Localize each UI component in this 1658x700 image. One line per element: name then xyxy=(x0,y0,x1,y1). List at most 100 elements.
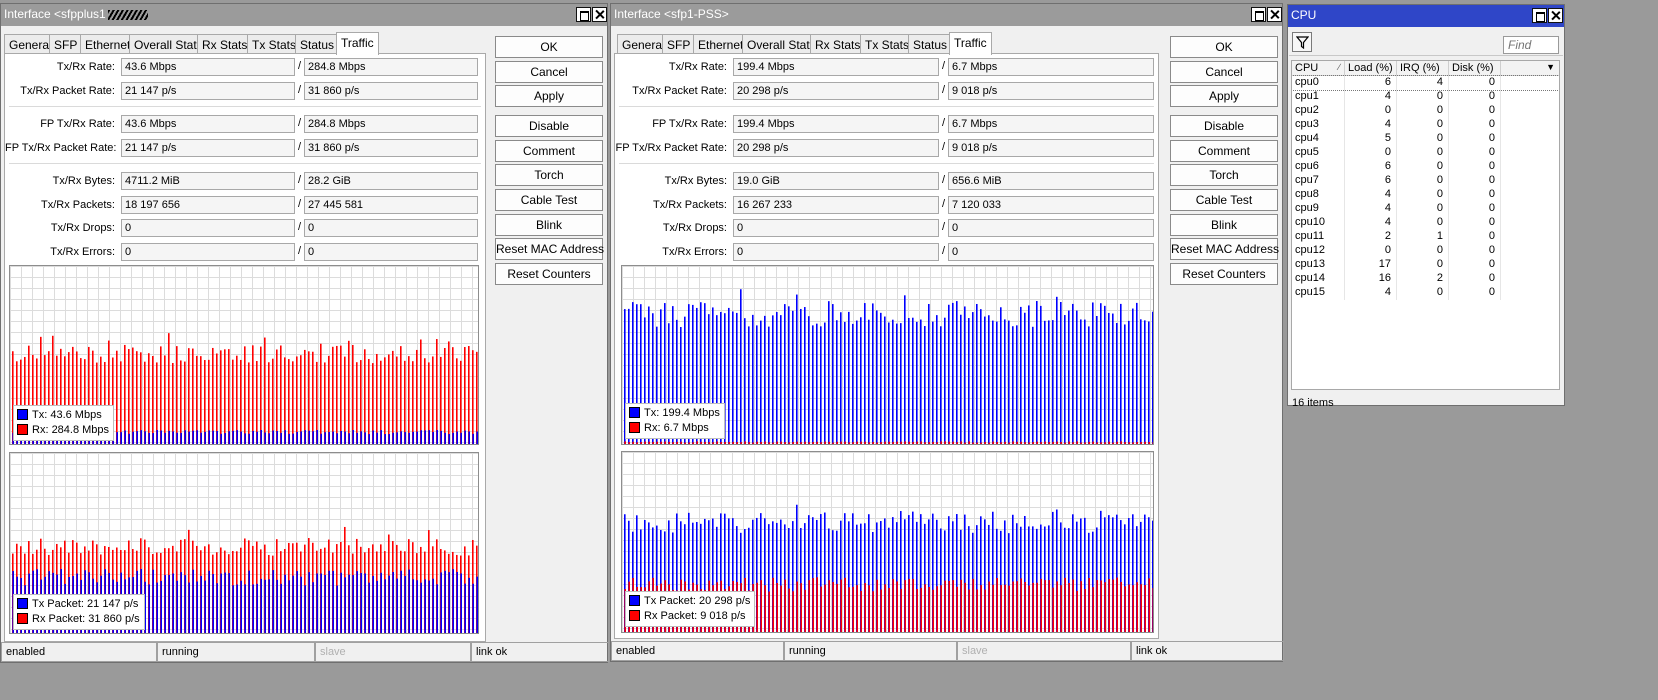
graph-bar xyxy=(408,569,410,633)
table-row[interactable]: cpu1 4 0 0 xyxy=(1292,90,1559,104)
cable-test-button[interactable]: Cable Test xyxy=(495,189,603,211)
cable-test-button[interactable]: Cable Test xyxy=(1170,189,1278,211)
tx-rx-rate-label: Tx/Rx Rate: xyxy=(56,61,115,73)
graph-bar xyxy=(304,585,306,633)
blink-button[interactable]: Blink xyxy=(1170,214,1278,236)
graph-bar xyxy=(1044,441,1046,444)
graph-bar xyxy=(804,307,806,444)
disable-button[interactable]: Disable xyxy=(1170,115,1278,137)
graph-bar xyxy=(1128,584,1130,632)
apply-button[interactable]: Apply xyxy=(1170,85,1278,107)
graph-bar xyxy=(228,573,230,633)
window-titlebar[interactable]: Interface <sfp1-PSS> xyxy=(611,4,1282,26)
column-chooser-icon[interactable]: ▼ xyxy=(1546,62,1555,72)
tab-sfp[interactable]: SFP xyxy=(662,34,696,54)
tab-status[interactable]: Status xyxy=(295,34,340,54)
maximize-icon[interactable] xyxy=(576,7,591,22)
tab-sfp[interactable]: SFP xyxy=(49,34,83,54)
tab-tx-stats[interactable]: Tx Stats xyxy=(247,34,302,54)
window-titlebar[interactable]: CPU xyxy=(1288,5,1564,27)
table-row[interactable]: cpu12 0 0 0 xyxy=(1292,244,1559,258)
cell-disk: 0 xyxy=(1449,230,1501,244)
tab-overall-stats[interactable]: Overall Stats xyxy=(742,34,821,54)
table-row[interactable]: cpu8 4 0 0 xyxy=(1292,188,1559,202)
graph-bar xyxy=(1116,441,1118,444)
graph-bar xyxy=(280,432,282,444)
table-row[interactable]: cpu14 16 2 0 xyxy=(1292,272,1559,286)
ok-button[interactable]: OK xyxy=(495,36,603,58)
graph-bar xyxy=(1044,580,1046,632)
graph-bar xyxy=(420,339,422,444)
table-row[interactable]: cpu11 2 1 0 xyxy=(1292,230,1559,244)
tab-traffic[interactable]: Traffic xyxy=(949,32,992,55)
graph-bar xyxy=(448,572,450,633)
graph-bar xyxy=(936,315,938,444)
tab-rx-stats[interactable]: Rx Stats xyxy=(810,34,866,54)
filter-button[interactable] xyxy=(1292,32,1312,52)
graph-bar xyxy=(372,430,374,444)
tab-ethernet[interactable]: Ethernet xyxy=(693,34,749,54)
close-icon[interactable] xyxy=(1267,7,1282,22)
table-row[interactable]: cpu10 4 0 0 xyxy=(1292,216,1559,230)
maximize-icon[interactable] xyxy=(1251,7,1266,22)
graph-bar xyxy=(772,315,774,444)
tx-rx-drops-row: Tx/Rx Drops: 0 / 0 xyxy=(615,219,1158,237)
torch-button[interactable]: Torch xyxy=(495,164,603,186)
reset-counters-button[interactable]: Reset Counters xyxy=(495,263,603,285)
graph-bar xyxy=(796,581,798,632)
table-row[interactable]: cpu13 17 0 0 xyxy=(1292,258,1559,272)
table-row[interactable]: cpu15 4 0 0 xyxy=(1292,286,1559,300)
traffic-panel: Tx/Rx Rate: 199.4 Mbps / 6.7 Mbps Tx/Rx … xyxy=(614,53,1159,639)
graph-bar xyxy=(432,578,434,633)
slash-separator: / xyxy=(298,245,302,257)
table-row[interactable]: cpu0 6 4 0 xyxy=(1292,75,1559,91)
find-input[interactable] xyxy=(1503,36,1559,54)
graph-bar xyxy=(880,442,882,444)
table-row[interactable]: cpu3 4 0 0 xyxy=(1292,118,1559,132)
column-header-cpu[interactable]: CPU ∕ xyxy=(1292,61,1345,76)
comment-button[interactable]: Comment xyxy=(495,140,603,162)
reset-mac-address-button[interactable]: Reset MAC Address xyxy=(495,238,604,260)
tab-rx-stats[interactable]: Rx Stats xyxy=(197,34,253,54)
torch-button[interactable]: Torch xyxy=(1170,164,1278,186)
table-row[interactable]: cpu7 6 0 0 xyxy=(1292,174,1559,188)
cell-load: 6 xyxy=(1345,174,1397,188)
cancel-button[interactable]: Cancel xyxy=(495,61,603,83)
tab-status[interactable]: Status xyxy=(908,34,953,54)
graph-bar xyxy=(1124,442,1126,444)
table-row[interactable]: cpu6 6 0 0 xyxy=(1292,160,1559,174)
tx-rx-bytes-row: Tx/Rx Bytes: 4711.2 MiB / 28.2 GiB xyxy=(5,172,485,190)
graph-bar xyxy=(444,347,446,444)
table-row[interactable]: cpu5 0 0 0 xyxy=(1292,146,1559,160)
reset-counters-button[interactable]: Reset Counters xyxy=(1170,263,1278,285)
column-header-irq[interactable]: IRQ (%) xyxy=(1397,61,1449,76)
table-row[interactable]: cpu2 0 0 0 xyxy=(1292,104,1559,118)
column-header-load[interactable]: Load (%) xyxy=(1345,61,1397,76)
graph-bar xyxy=(864,583,866,632)
graph-bar xyxy=(904,295,906,444)
disable-button[interactable]: Disable xyxy=(495,115,603,137)
graph-bar xyxy=(200,432,202,444)
comment-button[interactable]: Comment xyxy=(1170,140,1278,162)
graph-bar xyxy=(248,433,250,444)
graph-bar xyxy=(412,579,414,633)
graph-bar xyxy=(432,356,434,444)
close-icon[interactable] xyxy=(1548,8,1563,23)
column-header-disk[interactable]: Disk (%) xyxy=(1449,61,1501,76)
apply-button[interactable]: Apply xyxy=(495,85,603,107)
reset-mac-address-button[interactable]: Reset MAC Address xyxy=(1170,238,1279,260)
tab-tx-stats[interactable]: Tx Stats xyxy=(860,34,915,54)
blink-button[interactable]: Blink xyxy=(495,214,603,236)
graph-bar xyxy=(872,303,874,444)
maximize-icon[interactable] xyxy=(1532,8,1547,23)
close-icon[interactable] xyxy=(592,7,607,22)
tab-traffic[interactable]: Traffic xyxy=(336,32,379,55)
cancel-button[interactable]: Cancel xyxy=(1170,61,1278,83)
ok-button[interactable]: OK xyxy=(1170,36,1278,58)
window-titlebar[interactable]: Interface <sfpplus1 xyxy=(1,4,607,26)
table-row[interactable]: cpu4 5 0 0 xyxy=(1292,132,1559,146)
tab-ethernet[interactable]: Ethernet xyxy=(80,34,136,54)
table-row[interactable]: cpu9 4 0 0 xyxy=(1292,202,1559,216)
graph-bar xyxy=(744,441,746,444)
tab-overall-stats[interactable]: Overall Stats xyxy=(129,34,208,54)
